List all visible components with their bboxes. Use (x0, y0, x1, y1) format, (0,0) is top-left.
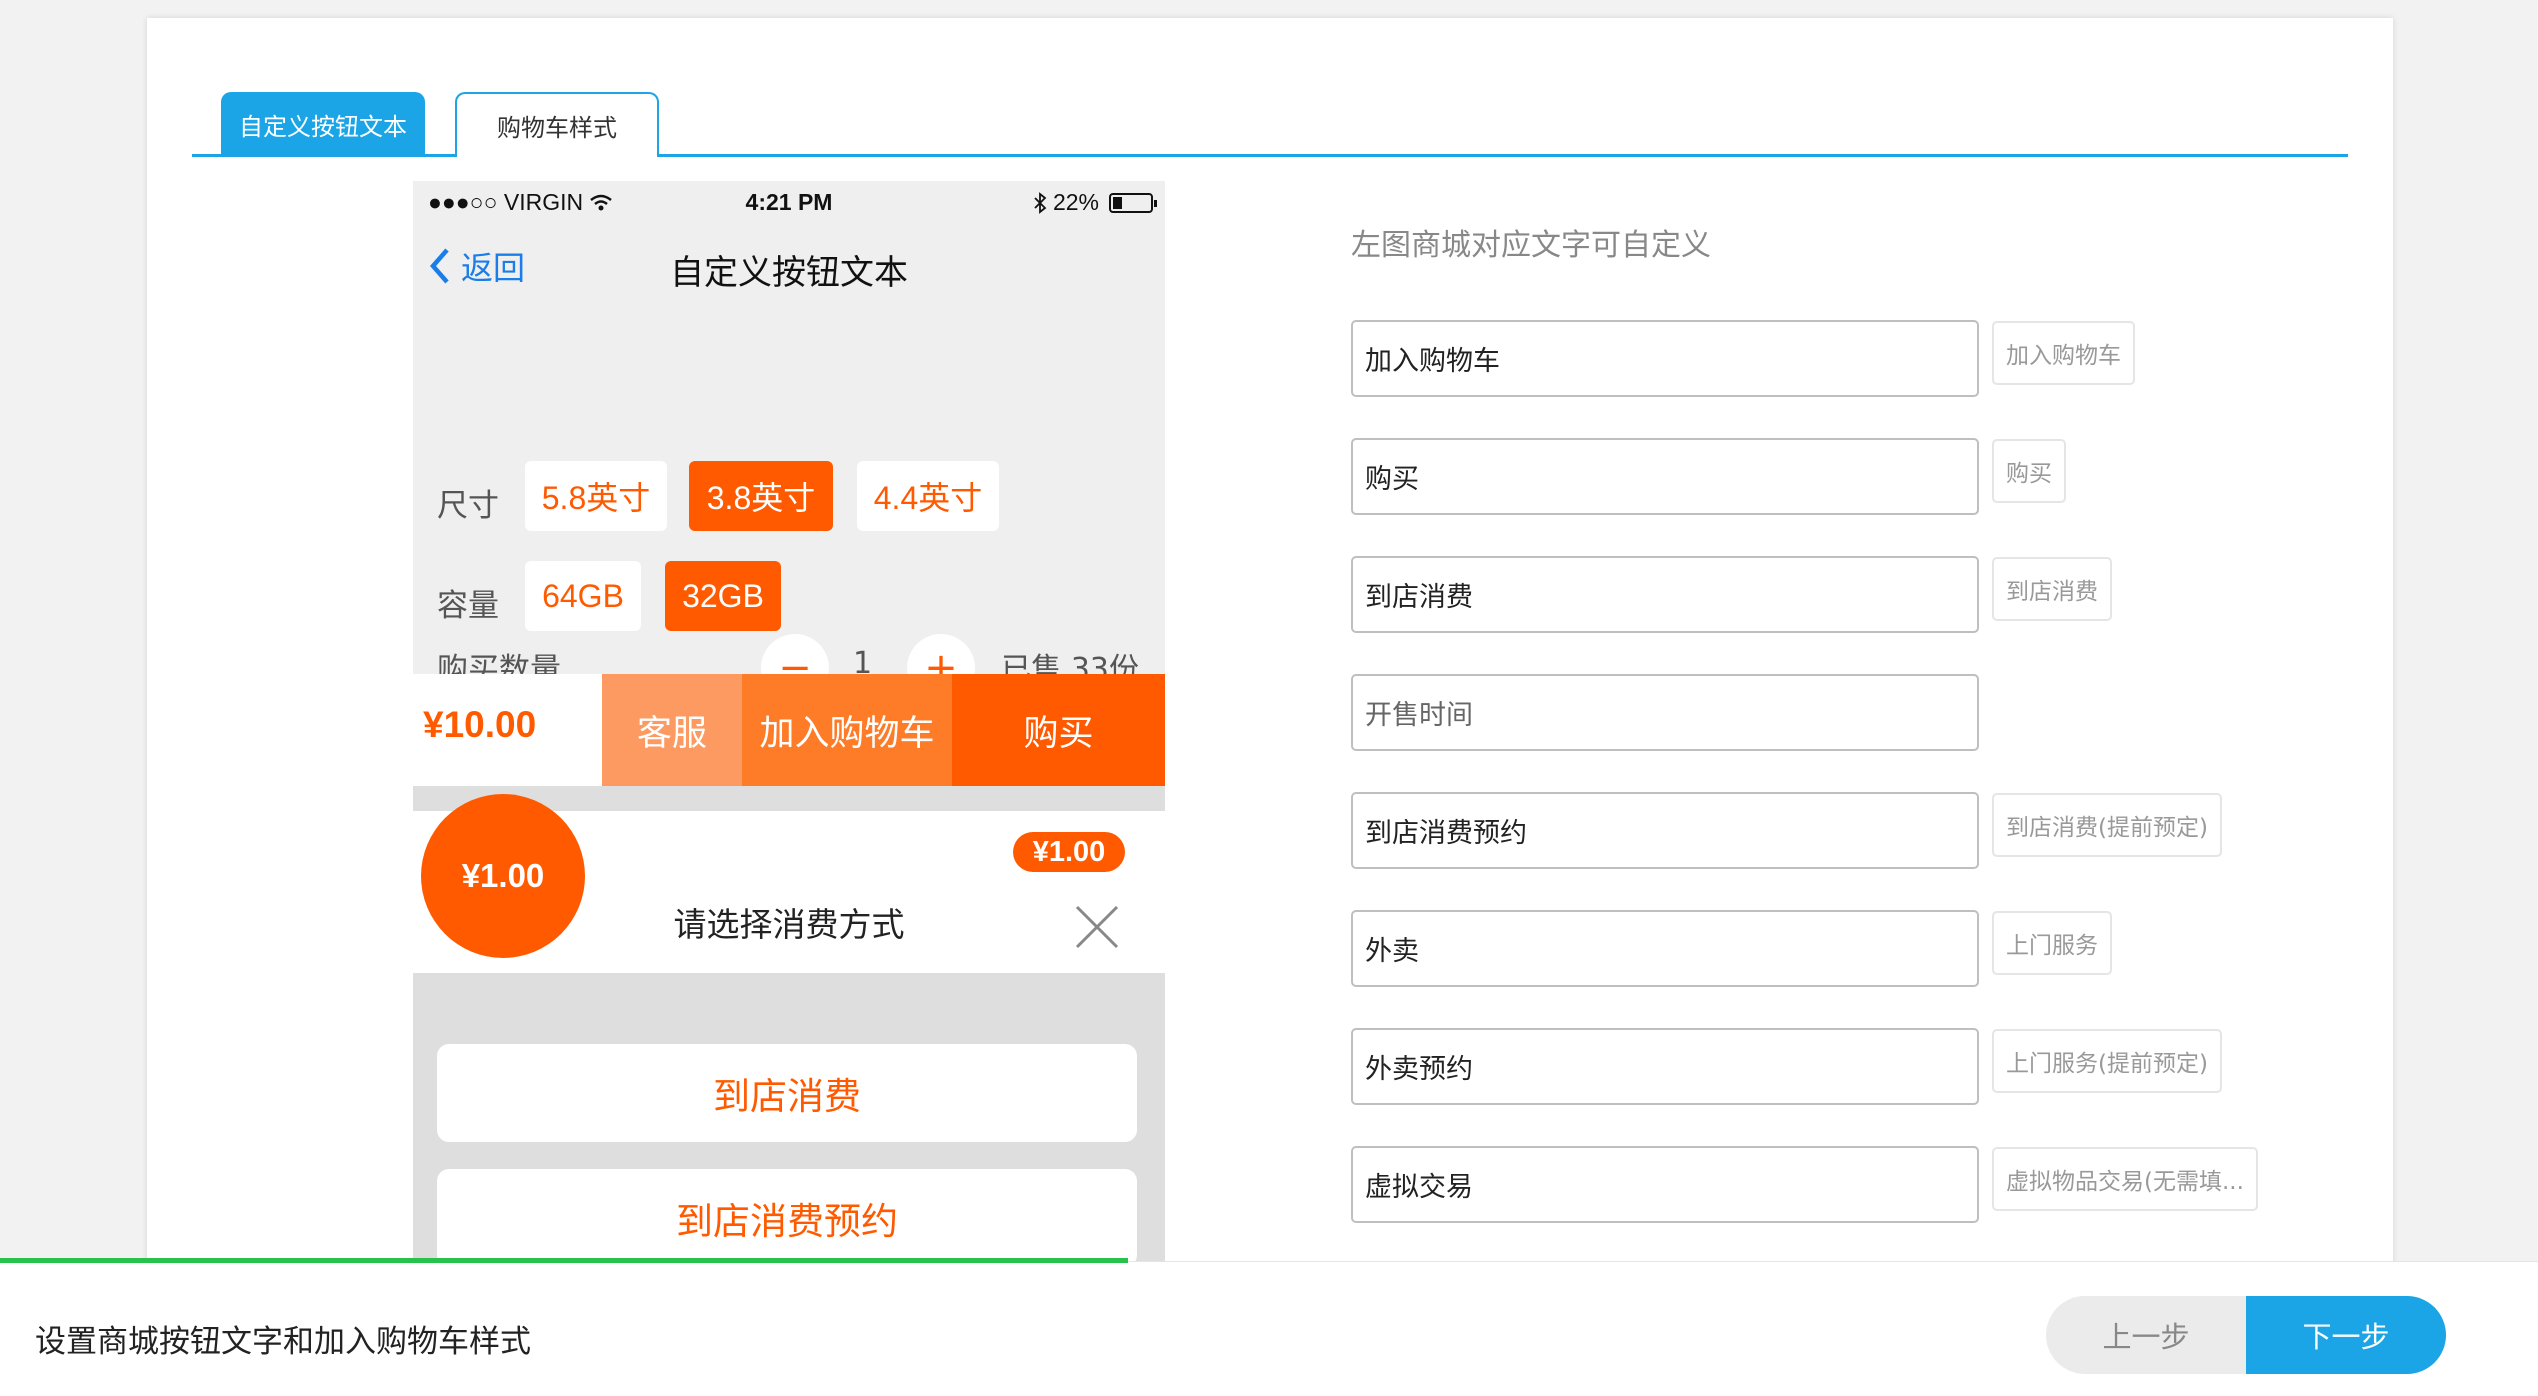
default-tag: 虚拟物品交易(无需填... (1992, 1147, 2258, 1211)
close-icon[interactable] (1073, 903, 1121, 951)
sheet-title: 请选择消费方式 (673, 905, 905, 944)
text-field-in-store-reserve[interactable]: 到店消费预约 (1351, 792, 1979, 869)
text-field-buy[interactable]: 购买 (1351, 438, 1979, 515)
default-tag: 到店消费 (1992, 557, 2112, 621)
price-pill: ¥1.00 (1013, 832, 1125, 872)
size-option-selected[interactable]: 3.8英寸 (689, 461, 833, 531)
tab-custom-button-text[interactable]: 自定义按钮文本 (221, 92, 425, 157)
product-price: ¥10.00 (423, 704, 537, 745)
tab-bar: 自定义按钮文本 购物车样式 (192, 75, 2348, 157)
text-field-in-store[interactable]: 到店消费 (1351, 556, 1979, 633)
action-bar: ¥10.00 客服 加入购物车 购买 (413, 674, 1165, 786)
next-step-button[interactable]: 下一步 (2246, 1296, 2446, 1374)
text-field-virtual[interactable]: 虚拟交易 (1351, 1146, 1979, 1223)
size-label: 尺寸 (437, 488, 499, 524)
nav-title: 自定义按钮文本 (670, 253, 908, 293)
tab-cart-style[interactable]: 购物车样式 (455, 92, 659, 157)
buy-button[interactable]: 购买 (952, 674, 1165, 786)
capacity-label: 容量 (437, 588, 499, 624)
progress-bar (0, 1258, 1128, 1263)
status-right: 22% (1033, 189, 1157, 216)
default-tag: 上门服务 (1992, 911, 2112, 975)
size-option[interactable]: 5.8英寸 (525, 461, 667, 531)
phone-preview: ●●●○○ VIRGIN 4:21 PM 22% 返回 自定义按钮文本 尺寸 5… (413, 181, 1165, 1378)
default-tag: 购买 (1992, 439, 2066, 503)
default-tag: 加入购物车 (1992, 321, 2135, 385)
bluetooth-icon (1034, 191, 1047, 214)
capacity-option-selected[interactable]: 32GB (665, 561, 781, 631)
default-tag: 到店消费(提前预定) (1992, 793, 2222, 857)
nav-bar: 返回 自定义按钮文本 (413, 221, 1165, 311)
status-bar: ●●●○○ VIRGIN 4:21 PM 22% (413, 181, 1165, 221)
text-field-takeout-reserve[interactable]: 外卖预约 (1351, 1028, 1979, 1105)
capacity-option[interactable]: 64GB (525, 561, 641, 631)
text-field-add-cart[interactable]: 加入购物车 (1351, 320, 1979, 397)
size-option[interactable]: 4.4英寸 (857, 461, 999, 531)
option-in-store[interactable]: 到店消费 (437, 1044, 1137, 1142)
text-field-takeout[interactable]: 外卖 (1351, 910, 1979, 987)
default-tag: 上门服务(提前预定) (1992, 1029, 2222, 1093)
step-description: 设置商城按钮文字和加入购物车样式 (35, 1324, 531, 1360)
option-in-store-reserve[interactable]: 到店消费预约 (437, 1169, 1137, 1267)
text-field-sale-time[interactable]: 开售时间 (1351, 674, 1979, 751)
prev-step-button[interactable]: 上一步 (2046, 1296, 2246, 1374)
form-hint: 左图商城对应文字可自定义 (1351, 228, 1711, 263)
service-button[interactable]: 客服 (602, 674, 742, 786)
add-to-cart-button[interactable]: 加入购物车 (742, 674, 952, 786)
battery-percent: 22% (1052, 189, 1099, 215)
battery-icon (1109, 192, 1157, 213)
